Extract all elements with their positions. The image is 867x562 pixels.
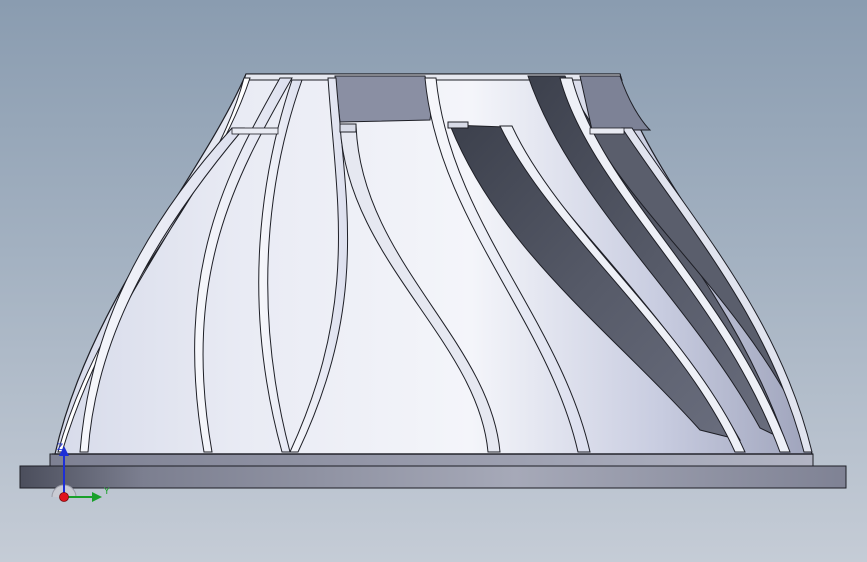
y-axis-label: Y: [104, 487, 110, 497]
z-axis-label: Z: [57, 443, 64, 453]
x-axis-point: [59, 492, 69, 502]
base-plate[interactable]: [19, 453, 847, 489]
graphics-viewport[interactable]: Z Y: [0, 0, 867, 562]
y-arrow: [92, 492, 102, 502]
reference-triad: Z Y: [50, 440, 120, 510]
impeller-model[interactable]: [0, 0, 867, 562]
